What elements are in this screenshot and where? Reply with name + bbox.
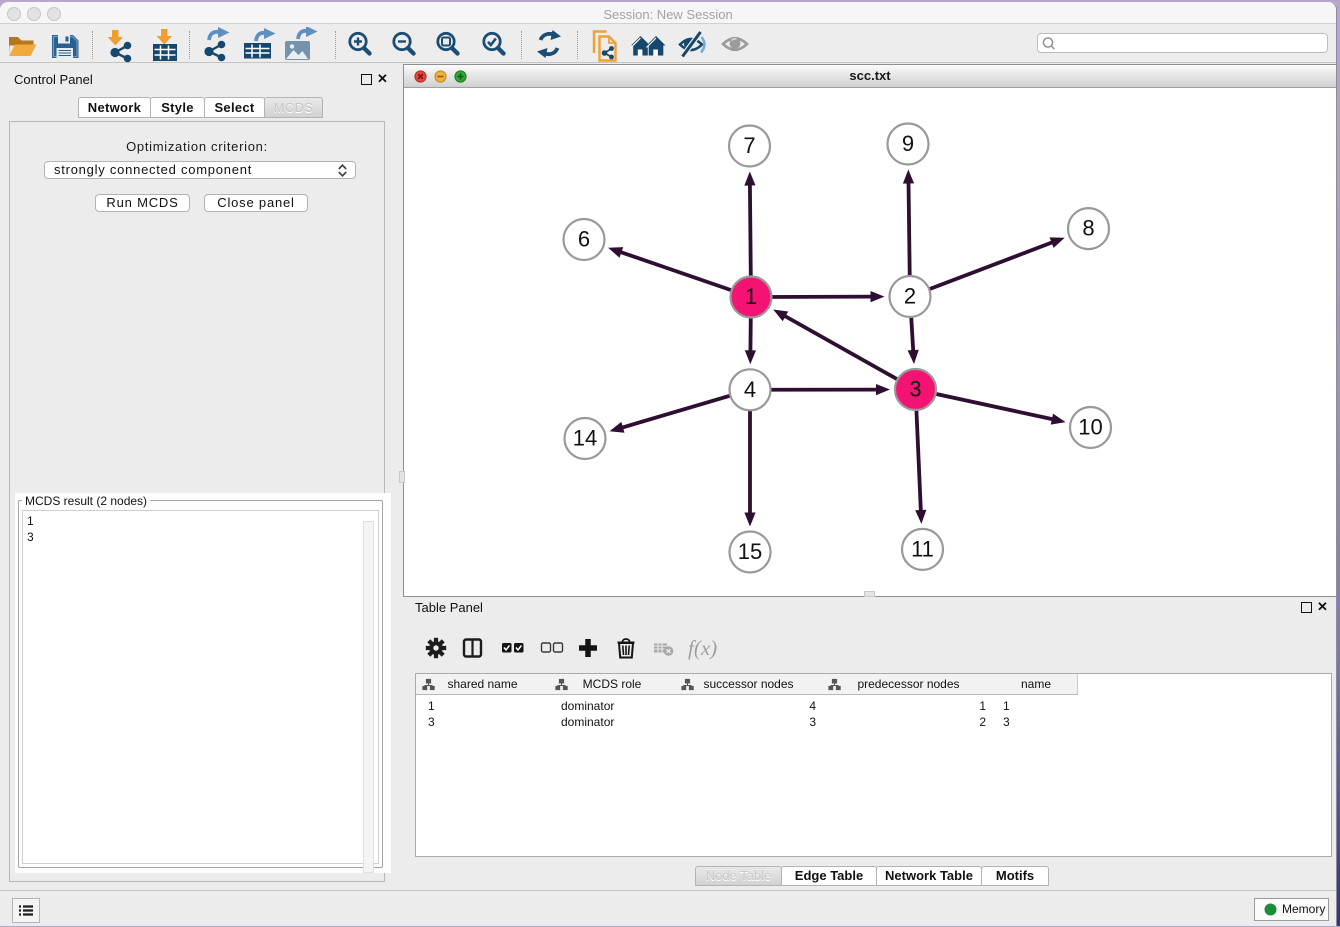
svg-text:15: 15 [738,539,762,564]
svg-text:11: 11 [911,536,934,561]
svg-text:14: 14 [573,426,597,451]
svg-text:8: 8 [1082,216,1094,241]
svg-text:3: 3 [909,377,921,402]
svg-text:2: 2 [904,284,916,309]
svg-text:9: 9 [902,131,914,156]
svg-text:f(x): f(x) [688,636,717,660]
svg-text:1: 1 [745,284,757,309]
svg-text:4: 4 [744,377,756,402]
svg-text:10: 10 [1078,415,1102,440]
svg-text:6: 6 [578,227,590,252]
svg-text:7: 7 [743,133,755,158]
